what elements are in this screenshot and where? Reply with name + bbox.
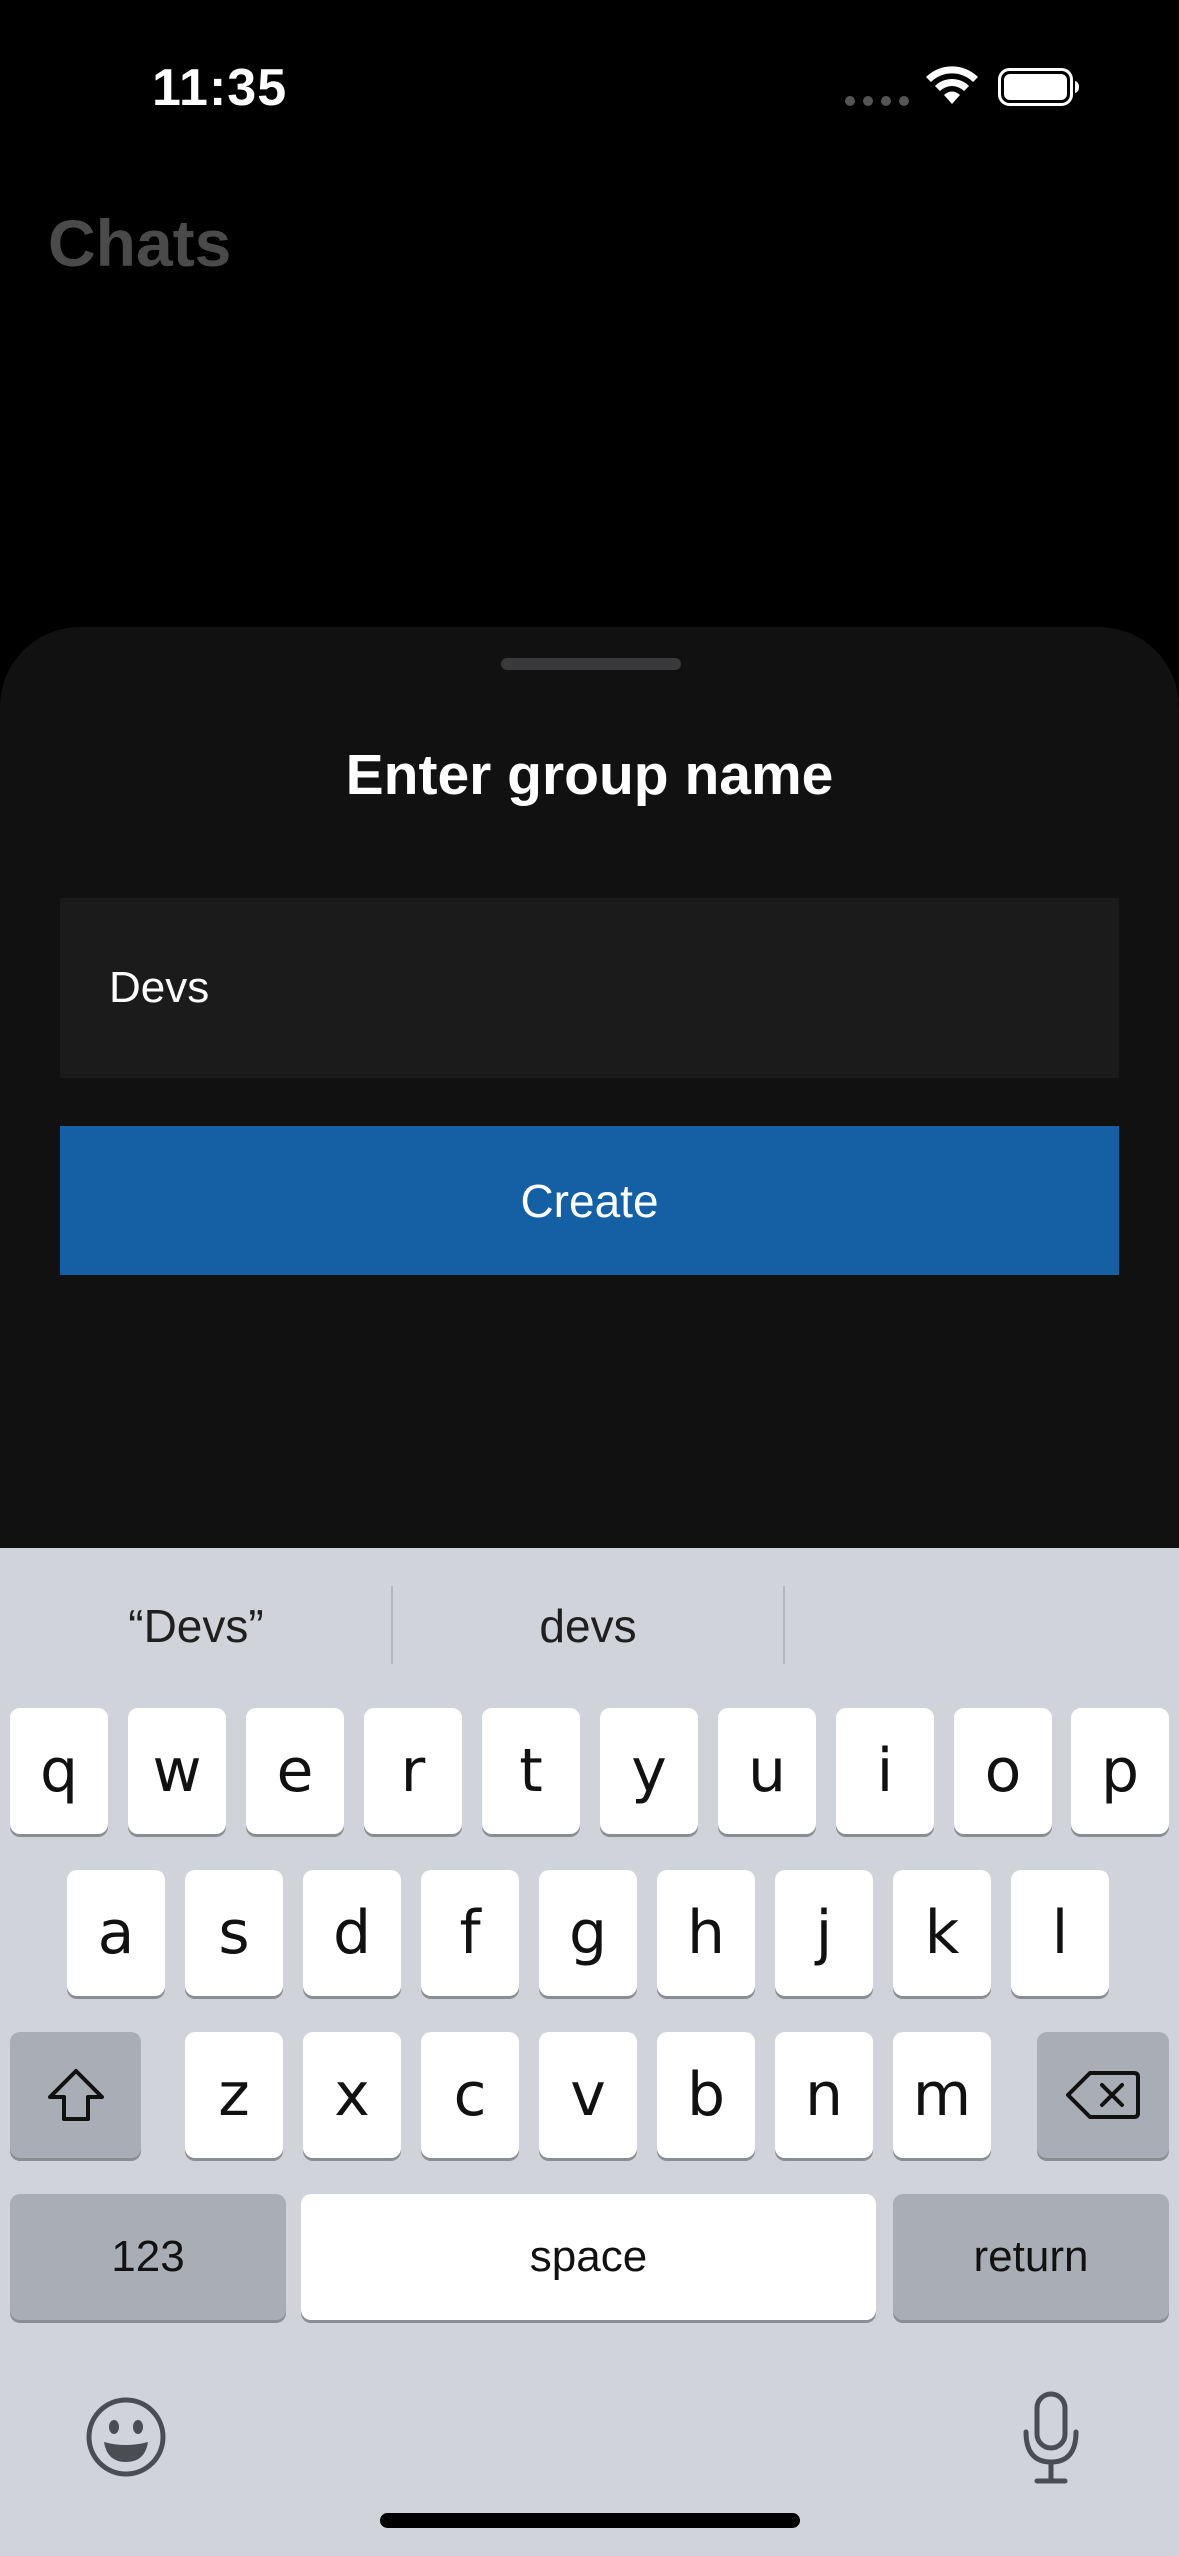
shift-key[interactable] [10,2032,141,2158]
page-title: Chats [48,206,232,280]
home-indicator[interactable] [380,2513,800,2528]
suggestion-item-quoted[interactable]: “Devs” [0,1548,392,1703]
key-q[interactable]: q [10,1708,108,1834]
key-d[interactable]: d [303,1870,401,1996]
key-p[interactable]: p [1071,1708,1169,1834]
backspace-key[interactable] [1037,2032,1169,2158]
cellular-signal-icon [845,96,909,106]
key-f[interactable]: f [421,1870,519,1996]
sheet-title: Enter group name [345,743,834,807]
key-z[interactable]: z [185,2032,283,2158]
sheet-grabber[interactable] [501,658,681,670]
space-key[interactable]: space [301,2194,876,2320]
microphone-icon[interactable] [1020,2390,1082,2486]
status-time: 11:35 [152,59,288,117]
emoji-icon[interactable] [85,2396,167,2478]
group-name-input[interactable] [60,898,1119,1078]
create-button[interactable]: Create [60,1126,1119,1275]
key-c[interactable]: c [421,2032,519,2158]
key-a[interactable]: a [67,1870,165,1996]
key-i[interactable]: i [836,1708,934,1834]
suggestion-item-lowercase[interactable]: devs [392,1548,784,1703]
key-v[interactable]: v [539,2032,637,2158]
key-y[interactable]: y [600,1708,698,1834]
battery-icon [998,68,1079,106]
key-r[interactable]: r [364,1708,462,1834]
backspace-icon [1066,2071,1140,2119]
status-bar: 11:35 [0,0,1179,170]
key-e[interactable]: e [246,1708,344,1834]
key-o[interactable]: o [954,1708,1052,1834]
key-j[interactable]: j [775,1870,873,1996]
suggestion-bar: “Devs” devs [0,1548,1179,1703]
wifi-icon [926,66,978,104]
key-k[interactable]: k [893,1870,991,1996]
key-x[interactable]: x [303,2032,401,2158]
suggestion-item-empty[interactable] [784,1548,1179,1703]
numbers-key[interactable]: 123 [10,2194,286,2320]
key-w[interactable]: w [128,1708,226,1834]
key-s[interactable]: s [185,1870,283,1996]
shift-icon [47,2069,104,2121]
key-l[interactable]: l [1011,1870,1109,1996]
key-u[interactable]: u [718,1708,816,1834]
key-b[interactable]: b [657,2032,755,2158]
return-key[interactable]: return [893,2194,1169,2320]
key-n[interactable]: n [775,2032,873,2158]
key-t[interactable]: t [482,1708,580,1834]
key-m[interactable]: m [893,2032,991,2158]
key-h[interactable]: h [657,1870,755,1996]
key-g[interactable]: g [539,1870,637,1996]
